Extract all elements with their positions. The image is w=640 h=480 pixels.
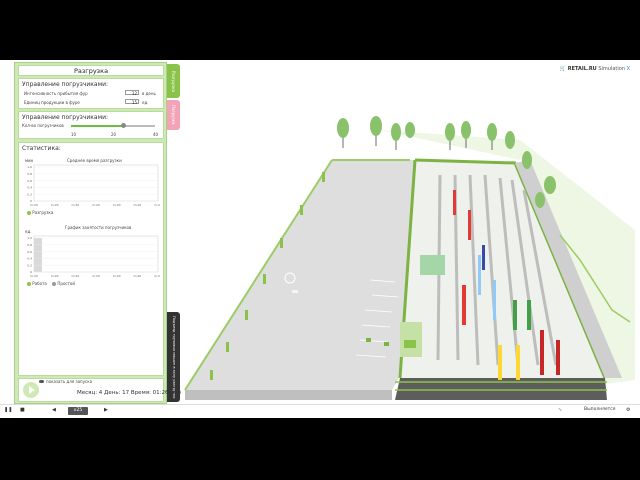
statistics-card: Статистика: Среднее время разгрузки мин …: [18, 142, 164, 376]
x-tick-label: m:20: [113, 274, 121, 278]
arrival-unit: в день: [142, 91, 156, 96]
units-unit: ед.: [142, 100, 149, 105]
tab-loading[interactable]: Погрузка: [167, 100, 180, 130]
chart1-legend: Разгрузка: [27, 210, 53, 215]
x-tick-label: m:20: [92, 203, 100, 207]
chart2-legend: Работа Простой: [27, 281, 75, 286]
forklift-count-slider[interactable]: [71, 123, 155, 128]
y-tick-label: 1,0: [27, 165, 32, 169]
play-button[interactable]: [23, 382, 39, 398]
simulation-clock: Месяц: 4 День: 17 Время: 01:26 (вт): [77, 390, 181, 396]
x-tick-label: m:20: [71, 274, 79, 278]
chart2-legend-idle: Простой: [57, 281, 75, 286]
faster-icon[interactable]: ▶: [104, 407, 108, 413]
slower-icon[interactable]: ◀: [52, 407, 56, 413]
arrival-input[interactable]: 12: [125, 90, 139, 96]
slider-tick-max: 40: [153, 132, 159, 137]
product-name: Simulation: [598, 66, 625, 72]
chart2-legend-busy: Работа: [32, 281, 47, 286]
y-tick-label: 0,2: [27, 263, 32, 267]
units-input[interactable]: 15: [125, 99, 139, 105]
run-toggle[interactable]: [39, 380, 44, 383]
busy-area: [34, 238, 42, 272]
y-tick-label: 0,6: [27, 250, 32, 254]
settings-icon[interactable]: ⚙: [626, 407, 630, 413]
chart2-title: График занятости погрузчиков: [65, 225, 132, 230]
x-tick-label: m:20: [51, 203, 59, 207]
cart-icon: 🛒: [559, 66, 567, 72]
legend-dot: [27, 282, 31, 286]
speed-display[interactable]: x25: [68, 407, 88, 415]
x-tick-label: m:20: [113, 203, 121, 207]
units-label: Единиц продукции в фуре: [24, 100, 80, 105]
x-tick-label: m:20: [133, 203, 141, 207]
chart1-legend-label: Разгрузка: [32, 210, 54, 215]
section-header: Управление погрузчиками:: [22, 114, 109, 121]
product-x: X: [626, 66, 630, 72]
chart1-plot: 1,00,80,60,40,20 m:20 m:20 m:20 m:20 m:20 m:2…: [27, 164, 160, 207]
y-tick-label: 0,2: [27, 192, 32, 196]
forklift-count-label: Кол-во погрузчиков: [22, 123, 64, 128]
tab-truck-arrival[interactable]: Подъезд грузовых машин в зону разгрузки: [167, 312, 180, 402]
panel-title: Разгрузка: [18, 65, 164, 76]
slider-knob[interactable]: [120, 123, 126, 128]
x-tick-label: m:20: [92, 274, 100, 278]
parking-lot: [185, 160, 415, 390]
y-tick-label: 0,4: [27, 186, 32, 190]
play-icon: [29, 386, 35, 394]
forklift: [384, 342, 389, 346]
x-tick-label: m:20: [30, 274, 38, 278]
stats-header: Статистика:: [22, 145, 61, 152]
slider-tick-min: 10: [71, 132, 77, 137]
model-icon: ∿: [558, 407, 563, 413]
control-panel: Разгрузка Управление погрузчиками: Интен…: [14, 62, 181, 404]
y-tick-label: 1,0: [27, 236, 32, 240]
slider-tick-mid: 20: [111, 132, 117, 137]
y-tick-label: 0,6: [27, 179, 32, 183]
x-tick-label: m:20: [51, 274, 59, 278]
forklift-control-card: Управление погрузчиками: Кол-во погрузчи…: [18, 111, 164, 139]
forklift: [366, 338, 371, 342]
brand-name: RETAIL.RU: [567, 66, 597, 72]
x-tick-label: m:20: [71, 203, 79, 207]
truck-control-card: Управление погрузчиками: Интенсивность п…: [18, 78, 164, 109]
stop-icon[interactable]: ■: [20, 407, 25, 413]
legend-dot: [27, 211, 31, 215]
y-tick-label: 0,8: [27, 243, 32, 247]
section-header: Управление погрузчиками:: [22, 81, 109, 88]
pause-icon[interactable]: ❚❚: [4, 407, 12, 413]
x-tick-label: m:20: [154, 203, 160, 207]
x-tick-label: m:20: [30, 203, 38, 207]
arrival-label: Интенсивность прибытия фур: [24, 91, 88, 96]
y-tick-label: 0,8: [27, 172, 32, 176]
brand-logo: 🛒 RETAIL.RU Simulation X: [560, 66, 630, 72]
x-tick-label: m:20: [154, 274, 160, 278]
legend-dot: [52, 282, 57, 286]
tab-unloading[interactable]: Разгрузка: [167, 64, 180, 98]
chart2-plot: 1,00,80,60,40,20 m:20 m:20 m:20 m:20 m:20 m:2…: [27, 235, 160, 278]
slider-fill: [71, 125, 124, 127]
y-tick-label: 0,4: [27, 257, 32, 261]
playback-bar: ❚❚ ■ ◀ x25 ▶ ∿ Выполняется ⚙: [0, 404, 640, 418]
x-tick-label: m:20: [133, 274, 141, 278]
run-hint: показать для запуска: [46, 379, 93, 384]
run-status: Выполняется: [584, 407, 616, 412]
simulation-window: 🛒 RETAIL.RU Simulation X Разгрузка Погру…: [0, 60, 640, 418]
run-control-card: показать для запуска Месяц: 4 День: 17 В…: [18, 378, 181, 402]
